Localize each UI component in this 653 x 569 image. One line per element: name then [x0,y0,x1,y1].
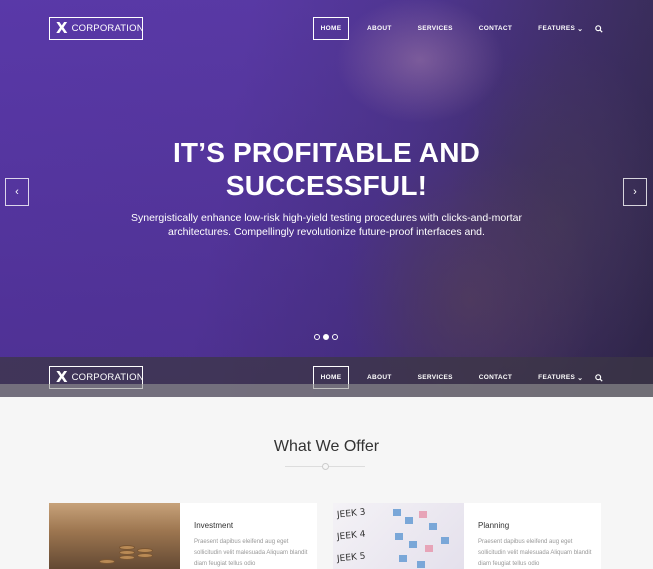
hero-title: IT’S PROFITABLE AND SUCCESSFUL! [0,136,653,202]
sticky-note [393,509,401,516]
logo-x-icon: X [56,19,68,37]
section-title: What We Offer [273,438,380,455]
sticky-note [405,517,413,524]
board-word: JEEK 3 [336,507,366,521]
chevron-down-icon: ⌄ [577,25,584,33]
card-title: Investment [194,521,234,530]
card-title: Planning [478,521,510,530]
slider-dot-1[interactable] [314,334,320,340]
slider-dot-2[interactable] [323,334,329,340]
hero-title-line2: SUCCESSFUL! [225,170,428,201]
service-card-investment[interactable]: Investment Praesent dapibus eleifend aug… [49,503,317,569]
sticky-note [417,561,425,568]
logo-x-icon: X [56,368,68,386]
card-body: Planning Praesent dapibus eleifend aug e… [478,521,596,569]
hero-subtitle: Synergistically enhance low-risk high-yi… [131,212,522,238]
nav-item-home[interactable]: HOME [313,17,349,40]
card-text: Praesent dapibus eleifend aug eget solli… [478,539,592,567]
sticky-note [425,545,433,552]
slider-prev-button[interactable]: ‹ [5,178,29,206]
coin [119,555,135,560]
coin [119,545,135,550]
hero-title-line1: IT’S PROFITABLE AND [172,137,481,168]
sticky-note [429,523,437,530]
board-word: JEEK 4 [336,529,366,543]
chevron-down-icon: ⌄ [577,374,584,382]
coin [119,550,135,555]
nav-item-features[interactable]: FEATURES ⌄ [538,17,583,40]
sticky-note [441,537,449,544]
sticky-note [419,511,427,518]
sticky-note [395,533,403,540]
card-text: Praesent dapibus eleifend aug eget solli… [194,539,308,567]
sticky-note [409,541,417,548]
sticky-note [399,555,407,562]
slider-dots [314,334,338,340]
coin [137,548,153,553]
brand-name: CORPORATION [71,372,144,383]
nav-item-contact[interactable]: CONTACT [479,17,512,40]
sticky-nav-item-features-label: FEATURES [538,374,576,381]
slider-dot-3[interactable] [332,334,338,340]
brand-logo[interactable]: X CORPORATION [49,17,144,40]
nav-item-features-label: FEATURES [538,25,576,32]
slider-next-button[interactable]: › [623,178,647,206]
search-icon[interactable] [595,17,603,40]
nav-item-services[interactable]: SERVICES [418,17,453,40]
chevron-left-icon: ‹ [15,186,19,198]
divider-dot [322,463,329,470]
coin [99,559,115,564]
coin [137,553,153,558]
board-word: JEEK 5 [336,551,366,565]
main-menu: HOME ABOUT SERVICES CONTACT FEATURES ⌄ [313,17,603,40]
planning-board-image: JEEK 3 JEEK 4 JEEK 5 [333,503,464,569]
chevron-right-icon: › [633,186,637,198]
service-card-planning[interactable]: JEEK 3 JEEK 4 JEEK 5 Planning Praesent d… [333,503,601,569]
top-navbar: X CORPORATION HOME ABOUT SERVICES CONTAC… [0,8,653,48]
card-body: Investment Praesent dapibus eleifend aug… [194,521,312,569]
hero-bottom-strip [0,384,653,397]
hero-slider: X CORPORATION HOME ABOUT SERVICES CONTAC… [0,0,653,397]
nav-item-about[interactable]: ABOUT [367,17,392,40]
coins-image [49,503,180,569]
brand-name: CORPORATION [71,23,144,34]
